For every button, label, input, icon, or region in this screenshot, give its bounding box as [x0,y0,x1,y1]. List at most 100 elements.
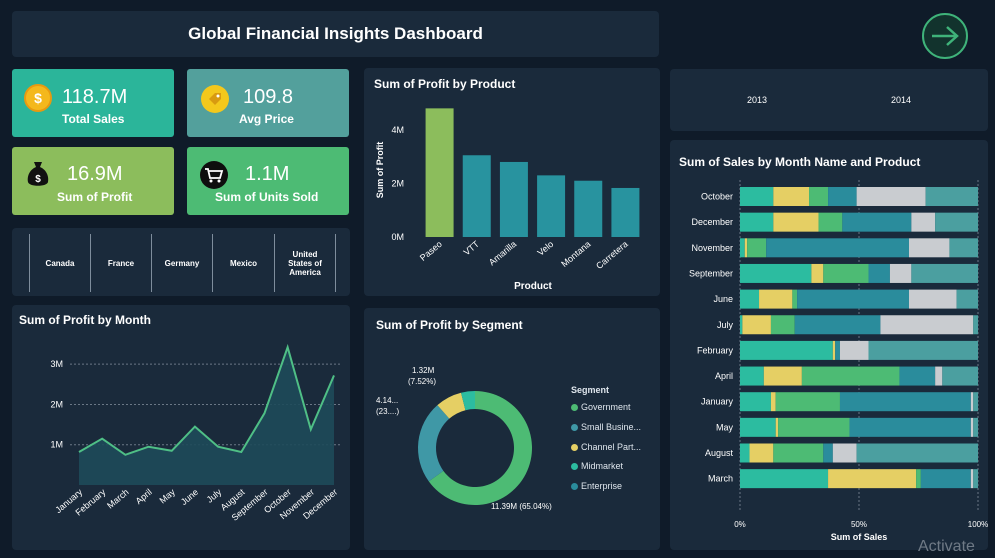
kpi-avg-price: 109.8 Avg Price [187,69,349,137]
legend-dot [571,462,578,470]
country-slicer: Canada France Germany Mexico United Stat… [12,228,350,296]
x-tick-label: Paseo [418,239,444,263]
stacked-segment [970,392,974,412]
x-tick-label: March [105,487,131,511]
coin-icon: $ [24,84,52,112]
kpi-sum-profit-value: 16.9M [67,163,123,185]
kpi-sum-profit: $ 16.9M Sum of Profit [12,147,174,215]
legend-item-channel-partners[interactable]: Channel Part... [571,442,641,452]
stacked-segment [973,315,978,335]
kpi-units-sold-label: Sum of Units Sold [215,190,319,204]
year-option-2014[interactable]: 2014 [891,95,911,105]
data-label: 11.39M (65.04%) [491,502,552,511]
stacked-segment [809,187,829,206]
country-option-france[interactable]: France [90,234,151,292]
money-bag-icon: $ [24,160,52,188]
stacked-segment [832,443,857,463]
y-tick-label: April [715,371,733,381]
x-tick-label: 50% [851,520,867,529]
y-tick-label: February [697,345,734,355]
area-fill [79,347,334,485]
stacked-segment [773,443,824,463]
legend-label: Enterprise [581,481,623,491]
stacked-segment [742,315,771,335]
year-slicer [670,69,988,131]
legend-item-small-business[interactable]: Small Busine... [571,422,641,432]
bar [462,155,491,237]
stacked-segment [794,315,881,335]
legend-dot [571,403,578,411]
profit-by-product-chart: 0M 2M 4M Sum of Profit Paseo VTT Amarilla Velo M… [375,108,640,292]
x-axis-label: Sum of Sales [831,532,888,542]
kpi-units-sold-value: 1.1M [245,163,290,185]
country-option-germany[interactable]: Germany [151,234,212,292]
dashboard-title-panel: Global Financial Insights Dashboard [12,11,659,57]
stacked-segment [747,238,767,258]
y-tick-label: November [691,243,733,253]
stacked-segment [778,417,850,437]
stacked-segment [740,315,743,335]
year-option-2013[interactable]: 2013 [747,95,767,105]
stacked-segment [868,263,890,283]
stacked-segment [935,366,943,386]
stacked-segment [911,263,978,283]
kpi-sum-profit-label: Sum of Profit [57,190,133,204]
stacked-segment [740,366,764,386]
y-tick-label: June [713,294,733,304]
stacked-segment [818,212,843,232]
stacked-segment [835,340,840,360]
stacked-segment [773,212,819,232]
stacked-segment [970,469,974,489]
x-tick-label: May [158,487,178,506]
stacked-segment [740,469,829,489]
kpi-total-sales: $ 118.7M Total Sales [12,69,174,137]
kpi-avg-price-value: 109.8 [243,86,294,108]
country-option-mexico[interactable]: Mexico [212,234,274,292]
data-label: 1.32M [412,366,435,375]
stacked-segment [842,212,912,232]
kpi-total-sales-label: Total Sales [62,112,125,126]
stacked-segment [740,392,771,412]
page-title: Global Financial Insights Dashboard [188,24,483,43]
stacked-segment [880,315,974,335]
bar [499,161,528,237]
x-tick-label: Carretera [594,239,630,271]
stacked-segment [828,469,917,489]
country-option-usa[interactable]: United States of America [274,234,336,292]
stacked-segment [797,289,909,309]
cart-icon [200,161,228,189]
stacked-segment [911,212,936,232]
legend-item-government[interactable]: Government [571,402,631,412]
legend-dot [571,423,578,431]
next-page-button[interactable] [922,13,968,59]
legend-item-midmarket[interactable]: Midmarket [571,461,623,471]
stacked-segment [899,366,936,386]
stacked-segment [970,417,974,437]
y-tick-label: October [701,192,733,202]
stacked-segment [792,289,798,309]
stacked-segment [916,469,921,489]
profit-by-month-panel: Sum of Profit by Month 1M 2M 3M January Febr… [12,305,350,550]
stacked-segment [889,263,912,283]
x-tick-label: Montana [559,239,592,269]
kpi-total-sales-value: 118.7M [62,86,128,108]
activate-watermark: Activate [918,538,975,555]
country-option-canada[interactable]: Canada [29,234,90,292]
stacked-segment [740,289,760,309]
x-tick-label: June [179,487,200,507]
profit-by-month-chart: 1M2M3MJanuaryFebruaryMarch April May June Ju… [50,343,342,523]
stacked-segment [849,417,971,437]
stacked-segment [839,392,971,412]
legend-item-enterprise[interactable]: Enterprise [571,481,622,491]
svg-text:$: $ [34,90,42,106]
x-tick-label: Velo [536,239,556,258]
legend-label: Channel Part... [581,442,642,452]
stacked-segment [973,469,978,489]
stacked-segment [868,340,978,360]
data-label: (7.52%) [408,377,436,386]
y-tick-label: 1M [50,440,63,450]
kpi-units-sold: 1.1M Sum of Units Sold [187,147,349,215]
donut-slice [418,405,450,482]
stacked-segment [920,469,971,489]
stacked-segment [740,263,812,283]
